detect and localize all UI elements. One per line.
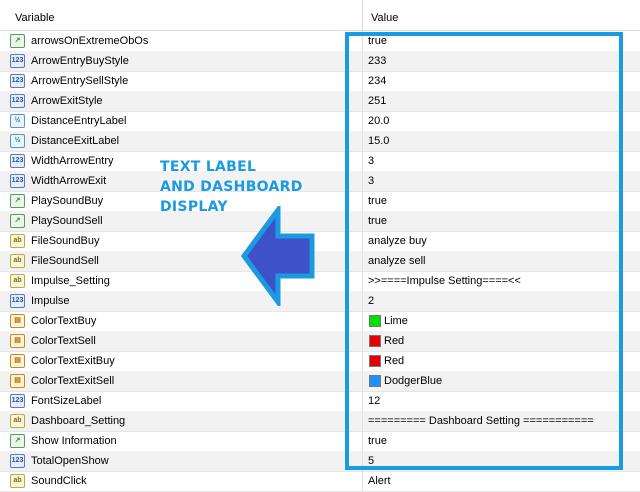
integer-123-icon: 123 xyxy=(10,174,25,188)
boolean-green-arrow-icon: ↗ xyxy=(10,214,25,228)
integer-123-icon: 123 xyxy=(10,294,25,308)
string-ab-icon: ab xyxy=(10,414,25,428)
variable-name: TotalOpenShow xyxy=(31,455,109,467)
integer-123-icon: 123 xyxy=(10,394,25,408)
boolean-green-arrow-icon: ↗ xyxy=(10,194,25,208)
variable-name: ColorTextBuy xyxy=(31,315,97,327)
variable-name: Show Information xyxy=(31,435,117,447)
variable-header-label: Variable xyxy=(15,12,55,24)
integer-123-icon: 123 xyxy=(10,54,25,68)
variable-name: PlaySoundBuy xyxy=(31,195,104,207)
column-divider xyxy=(362,471,363,491)
string-ab-icon: ab xyxy=(10,274,25,288)
variable-name: FileSoundBuy xyxy=(31,235,100,247)
annotation-line-2: AND DASHBOARD xyxy=(160,179,303,195)
color-palette-icon: ▤ xyxy=(10,374,25,388)
string-ab-icon: ab xyxy=(10,254,25,268)
integer-123-icon: 123 xyxy=(10,454,25,468)
double-half-icon: ½ xyxy=(10,114,25,128)
color-palette-icon: ▤ xyxy=(10,354,25,368)
variable-column-header[interactable]: Variable xyxy=(0,0,363,30)
string-ab-icon: ab xyxy=(10,474,25,488)
integer-123-icon: 123 xyxy=(10,94,25,108)
variable-name: DistanceEntryLabel xyxy=(31,115,127,127)
variable-name: ColorTextExitBuy xyxy=(31,355,115,367)
variable-name: ArrowEntrySellStyle xyxy=(31,75,129,87)
value-column-highlight-box xyxy=(345,32,623,470)
variable-name: SoundClick xyxy=(31,475,87,487)
boolean-green-arrow-icon: ↗ xyxy=(10,434,25,448)
variable-name: FileSoundSell xyxy=(31,255,99,267)
variable-name: Impulse xyxy=(31,295,70,307)
color-palette-icon: ▤ xyxy=(10,314,25,328)
variable-name: Impulse_Setting xyxy=(31,275,110,287)
variable-name: WidthArrowEntry xyxy=(31,155,114,167)
variable-name: ArrowExitStyle xyxy=(31,95,103,107)
variable-name: ColorTextExitSell xyxy=(31,375,115,387)
boolean-green-arrow-icon: ↗ xyxy=(10,34,25,48)
integer-123-icon: 123 xyxy=(10,154,25,168)
grid-header: Variable Value xyxy=(0,0,640,31)
value-header-label[interactable]: Value xyxy=(371,12,398,24)
variable-name: ColorTextSell xyxy=(31,335,96,347)
left-arrow-icon xyxy=(240,206,315,306)
variable-name: PlaySoundSell xyxy=(31,215,103,227)
variable-name: WidthArrowExit xyxy=(31,175,107,187)
integer-123-icon: 123 xyxy=(10,74,25,88)
annotation-line-1: TEXT LABEL xyxy=(160,159,257,175)
color-palette-icon: ▤ xyxy=(10,334,25,348)
variable-name: DistanceExitLabel xyxy=(31,135,120,147)
input-row[interactable]: ab SoundClick Alert xyxy=(0,471,640,492)
variable-value[interactable]: Alert xyxy=(368,475,391,487)
double-half-icon: ½ xyxy=(10,134,25,148)
variable-name: FontSizeLabel xyxy=(31,395,102,407)
variable-name: arrowsOnExtremeObOs xyxy=(31,35,149,47)
string-ab-icon: ab xyxy=(10,234,25,248)
variable-name: Dashboard_Setting xyxy=(31,415,126,427)
variable-name: ArrowEntryBuyStyle xyxy=(31,55,129,67)
